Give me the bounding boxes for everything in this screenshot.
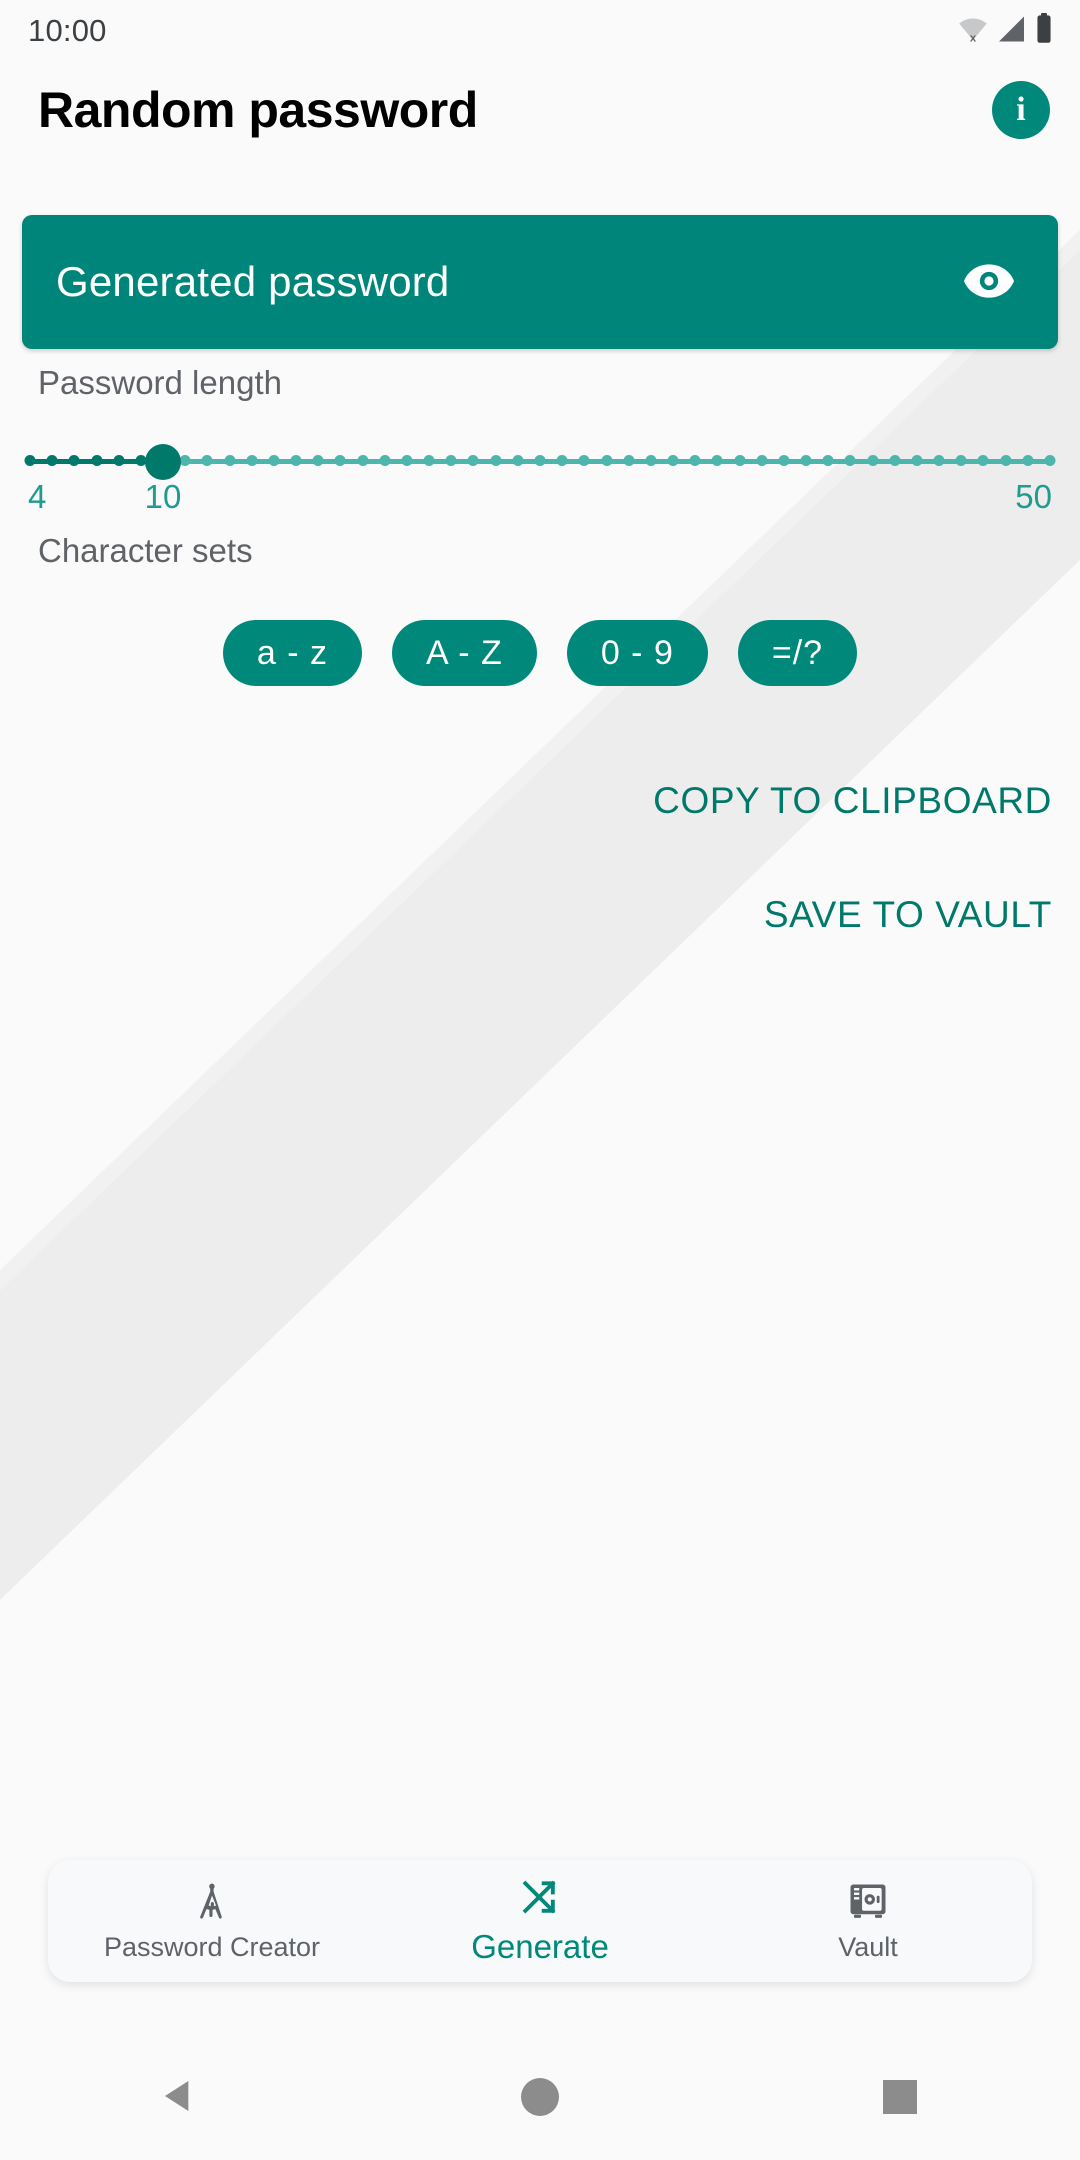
slider-tick — [224, 455, 236, 466]
slider-tick — [179, 455, 191, 466]
nav-label-vault: Vault — [838, 1931, 898, 1962]
slider-tick — [689, 455, 701, 466]
slider-tick — [822, 455, 834, 466]
slider-tick — [24, 455, 36, 466]
square-recents-icon — [883, 2080, 917, 2114]
nav-item-generate[interactable]: Generate — [376, 1860, 704, 1982]
slider-tick — [534, 455, 546, 466]
slider-tick — [734, 455, 746, 466]
nav-label-password-creator: Password Creator — [103, 1931, 321, 1962]
slider-tick — [268, 455, 280, 466]
info-icon: i — [1016, 91, 1026, 128]
slider-tick — [312, 455, 324, 466]
app-bar: Random password i — [0, 62, 1080, 158]
eye-icon — [964, 263, 1014, 301]
slider-tick — [379, 455, 391, 466]
slider-tick — [867, 455, 879, 466]
info-icon-button[interactable]: i — [992, 81, 1050, 139]
nav-label-generate: Generate — [471, 1928, 609, 1965]
slider-track-container — [24, 444, 1056, 480]
slider-value-label: 10 — [144, 478, 182, 515]
slider-tick — [911, 455, 923, 466]
page-title: Random password — [38, 82, 478, 138]
character-sets-chip-row: a - z A - Z 0 - 9 =/? — [0, 620, 1080, 686]
slider-tick — [201, 455, 213, 466]
status-bar: 10:00 x — [0, 0, 1080, 62]
slider-tick — [1000, 455, 1012, 466]
slider-tick — [844, 455, 856, 466]
character-sets-label: Character sets — [38, 532, 253, 569]
status-bar-clock: 10:00 — [28, 13, 107, 48]
charset-chip-3[interactable]: 0 - 9 — [566, 620, 708, 686]
wifi-off-icon: x — [957, 14, 989, 49]
slider-tick — [246, 455, 258, 466]
save-to-vault-button[interactable]: SAVE TO VAULT — [764, 874, 1052, 956]
slider-min-label: 4 — [28, 478, 47, 515]
compass-drafting-icon — [191, 1880, 233, 1924]
slider-tick — [977, 455, 989, 466]
slider-thumb[interactable] — [145, 444, 182, 480]
slider-tick — [512, 455, 524, 466]
slider-tick — [601, 455, 613, 466]
slider-tick — [756, 455, 768, 466]
slider-tick — [490, 455, 502, 466]
generated-password-value: Generated password — [56, 258, 450, 305]
action-button-group: COPY TO CLIPBOARD SAVE TO VAULT — [0, 760, 1080, 956]
slider-labels: 4 10 50 — [0, 478, 1080, 522]
slider-tick — [290, 455, 302, 466]
charset-chip-4[interactable]: =/? — [737, 620, 858, 686]
slider-tick — [955, 455, 967, 466]
slider-tick — [578, 455, 590, 466]
battery-full-icon — [1034, 13, 1054, 49]
slider-tick — [467, 455, 479, 466]
slider-tick — [623, 455, 635, 466]
slider-tick — [645, 455, 657, 466]
slider-tick — [778, 455, 790, 466]
slider-tick — [667, 455, 679, 466]
nav-item-password-creator[interactable]: Password Creator — [48, 1860, 376, 1982]
circle-home-icon — [521, 2078, 559, 2116]
slider-tick — [423, 455, 435, 466]
slider-tick — [334, 455, 346, 466]
system-back-button[interactable] — [120, 2047, 240, 2147]
slider-tick — [357, 455, 369, 466]
slider-tick — [1044, 455, 1056, 466]
system-navigation-bar — [0, 2034, 1080, 2160]
nav-item-vault[interactable]: Vault — [704, 1860, 1032, 1982]
safe-icon — [847, 1880, 889, 1924]
eye-icon-button[interactable] — [958, 258, 1020, 307]
shuffle-icon — [518, 1876, 562, 1920]
system-home-button[interactable] — [480, 2047, 600, 2147]
slider-max-label: 50 — [1015, 478, 1052, 515]
bottom-navigation-bar: Password Creator Generate Vault — [48, 1860, 1032, 1982]
slider-tick — [556, 455, 568, 466]
charset-chip-1[interactable]: a - z — [222, 620, 363, 686]
slider-tick — [91, 455, 103, 466]
slider-tick — [711, 455, 723, 466]
generated-password-card[interactable]: Generated password — [22, 215, 1058, 349]
slider-tick — [445, 455, 457, 466]
triangle-back-icon — [160, 2076, 200, 2119]
charset-chip-2[interactable]: A - Z — [392, 620, 537, 686]
slider-tick — [889, 455, 901, 466]
slider-tick — [1022, 455, 1034, 466]
slider-tick — [113, 455, 125, 466]
slider-tick — [46, 455, 58, 466]
system-recents-button[interactable] — [840, 2047, 960, 2147]
svg-text:x: x — [970, 32, 977, 44]
copy-to-clipboard-button[interactable]: COPY TO CLIPBOARD — [653, 760, 1052, 842]
status-bar-icons: x — [957, 13, 1054, 49]
slider-tick — [401, 455, 413, 466]
cellular-signal-icon — [996, 14, 1027, 49]
slider-tick — [68, 455, 80, 466]
slider-tick — [933, 455, 945, 466]
password-length-label: Password length — [38, 364, 282, 401]
slider-tick — [800, 455, 812, 466]
